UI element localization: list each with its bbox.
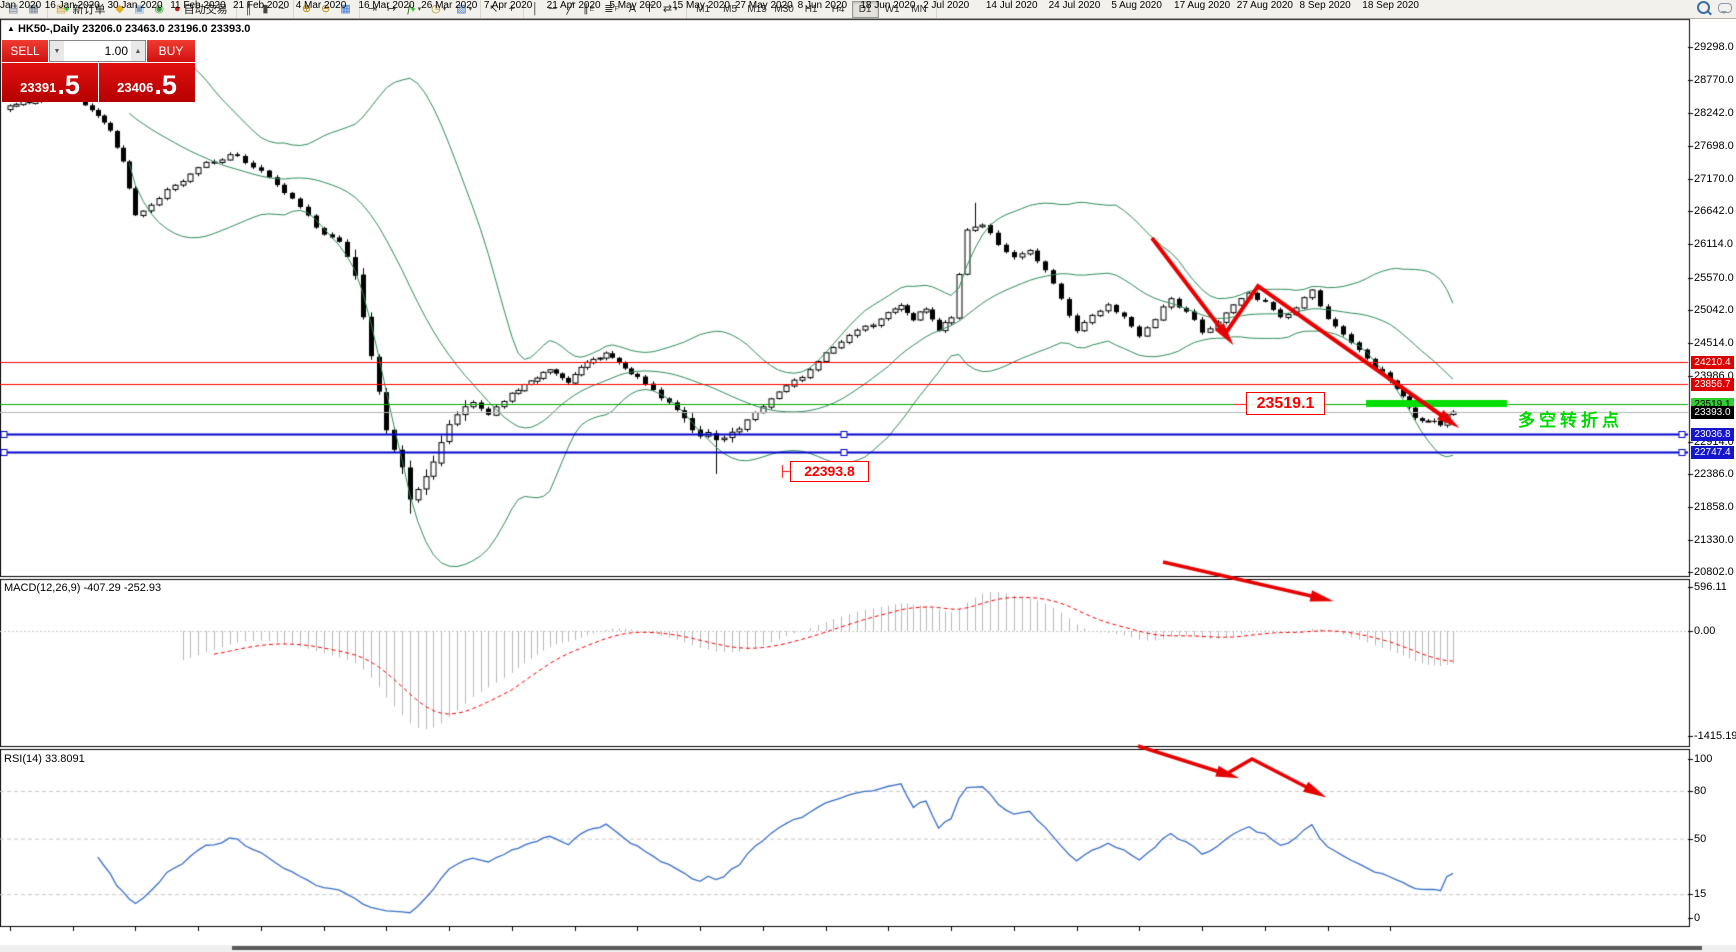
price-axis-tick: 21330.0 <box>1694 534 1734 546</box>
price-axis-tick: 26642.0 <box>1694 205 1734 217</box>
date-axis-label: 5 May 2020 <box>609 0 662 11</box>
macd-axis-tick: -1415.19 <box>1694 730 1736 742</box>
price-axis-tick: 22386.0 <box>1694 468 1734 480</box>
price-axis-tick: 27698.0 <box>1694 140 1734 152</box>
macd-label: MACD(12,26,9) -407.29 -252.93 <box>4 582 162 594</box>
date-axis-label: 4 Mar 2020 <box>295 0 347 11</box>
sell-price-main: 23391 <box>20 80 57 95</box>
sell-price[interactable]: 23391 .5 <box>2 63 99 102</box>
level-label-23519[interactable]: 23519.1 <box>1246 392 1325 415</box>
rsi-axis-tick: 15 <box>1694 888 1707 900</box>
price-axis-tick: 28770.0 <box>1694 74 1734 86</box>
date-axis-label: 18 Sep 2020 <box>1362 0 1419 11</box>
price-axis-tick: 24514.0 <box>1694 337 1734 349</box>
collapse-arrow-icon[interactable]: ▲ <box>7 24 15 33</box>
price-axis-tick: 20802.0 <box>1694 566 1734 578</box>
date-axis-label: 27 May 2020 <box>734 0 793 11</box>
price-badge-23393.0: 23393.0 <box>1691 406 1734 419</box>
chart-title: ▲ HK50-,Daily 23206.0 23463.0 23196.0 23… <box>7 23 250 35</box>
buy-price-frac: .5 <box>154 70 177 100</box>
date-axis-label: 17 Aug 2020 <box>1174 0 1231 11</box>
date-axis-label: 21 Feb 2020 <box>232 0 290 11</box>
date-axis-label: 7 Apr 2020 <box>483 0 533 11</box>
buy-price[interactable]: 23406 .5 <box>99 63 195 102</box>
price-axis-tick: 27170.0 <box>1694 173 1734 185</box>
price-axis-tick: 25570.0 <box>1694 272 1734 284</box>
date-axis-label: 11 Feb 2020 <box>170 0 226 11</box>
date-axis-label: 2 Jul 2020 <box>923 0 970 11</box>
buy-price-main: 23406 <box>117 80 154 95</box>
sell-button[interactable]: SELL <box>2 40 49 62</box>
date-axis-label: 8 Sep 2020 <box>1299 0 1351 11</box>
date-axis-label: 27 Aug 2020 <box>1236 0 1293 11</box>
price-axis-tick: 21858.0 <box>1694 501 1734 513</box>
price-badge-24210.4: 24210.4 <box>1691 356 1734 369</box>
date-axis-label: 16 Mar 2020 <box>358 0 415 11</box>
date-axis-label: 24 Jul 2020 <box>1048 0 1101 11</box>
volume-decrease-button[interactable]: ▼ <box>50 41 64 61</box>
volume-increase-button[interactable]: ▲ <box>131 41 145 61</box>
price-axis-tick: 26114.0 <box>1694 238 1733 250</box>
buy-button[interactable]: BUY <box>146 40 195 62</box>
turning-point-text[interactable]: 多空转折点 <box>1518 406 1623 431</box>
date-axis-label: 8 Jun 2020 <box>797 0 848 11</box>
chart-title-text: HK50-,Daily 23206.0 23463.0 23196.0 2339… <box>17 23 251 35</box>
price-axis-tick: 25042.0 <box>1694 304 1734 316</box>
date-axis-label: 21 Apr 2020 <box>546 0 601 11</box>
price-axis-tick: 29298.0 <box>1694 41 1734 53</box>
date-axis-label: 5 Aug 2020 <box>1111 0 1162 11</box>
volume-input[interactable] <box>64 41 131 61</box>
macd-axis-tick: 596.11 <box>1694 581 1727 593</box>
rsi-axis-tick: 80 <box>1694 785 1707 797</box>
price-badge-22747.4: 22747.4 <box>1691 446 1734 459</box>
date-axis-label: 15 May 2020 <box>672 0 730 11</box>
one-click-trading-panel: SELL ▼ ▲ BUY 23391 .5 23406 .5 <box>2 40 195 102</box>
level-label-22393[interactable]: 22393.8 <box>790 461 869 482</box>
date-axis-label: 14 Jul 2020 <box>985 0 1038 11</box>
date-axis-label: 26 Mar 2020 <box>421 0 478 11</box>
rsi-axis-tick: 0 <box>1694 912 1701 924</box>
sell-price-frac: .5 <box>57 70 80 100</box>
price-badge-23856.7: 23856.7 <box>1691 378 1734 391</box>
date-axis-label: 30 Jan 2020 <box>107 0 163 11</box>
price-axis-tick: 28242.0 <box>1694 107 1734 119</box>
rsi-label: RSI(14) 33.8091 <box>4 753 85 765</box>
macd-axis-tick: 0.00 <box>1694 625 1716 637</box>
volume-stepper: ▼ ▲ <box>49 40 146 62</box>
rsi-axis-tick: 100 <box>1694 753 1713 765</box>
terminal-window: ▤▦▤+新订单◆▣◉●自动交易║▮~⊕⊖▦⇥↦ƒ+▾◷▾▧▾↖+│─╱∥E≣FA… <box>0 0 1736 952</box>
rsi-axis-tick: 50 <box>1694 833 1707 845</box>
date-axis-label: 18 Jun 2020 <box>860 0 916 11</box>
date-axis-label: Jan 2020 <box>0 0 42 11</box>
date-axis-label: 16 Jan 2020 <box>44 0 100 11</box>
price-badge-23036.8: 23036.8 <box>1691 428 1734 441</box>
